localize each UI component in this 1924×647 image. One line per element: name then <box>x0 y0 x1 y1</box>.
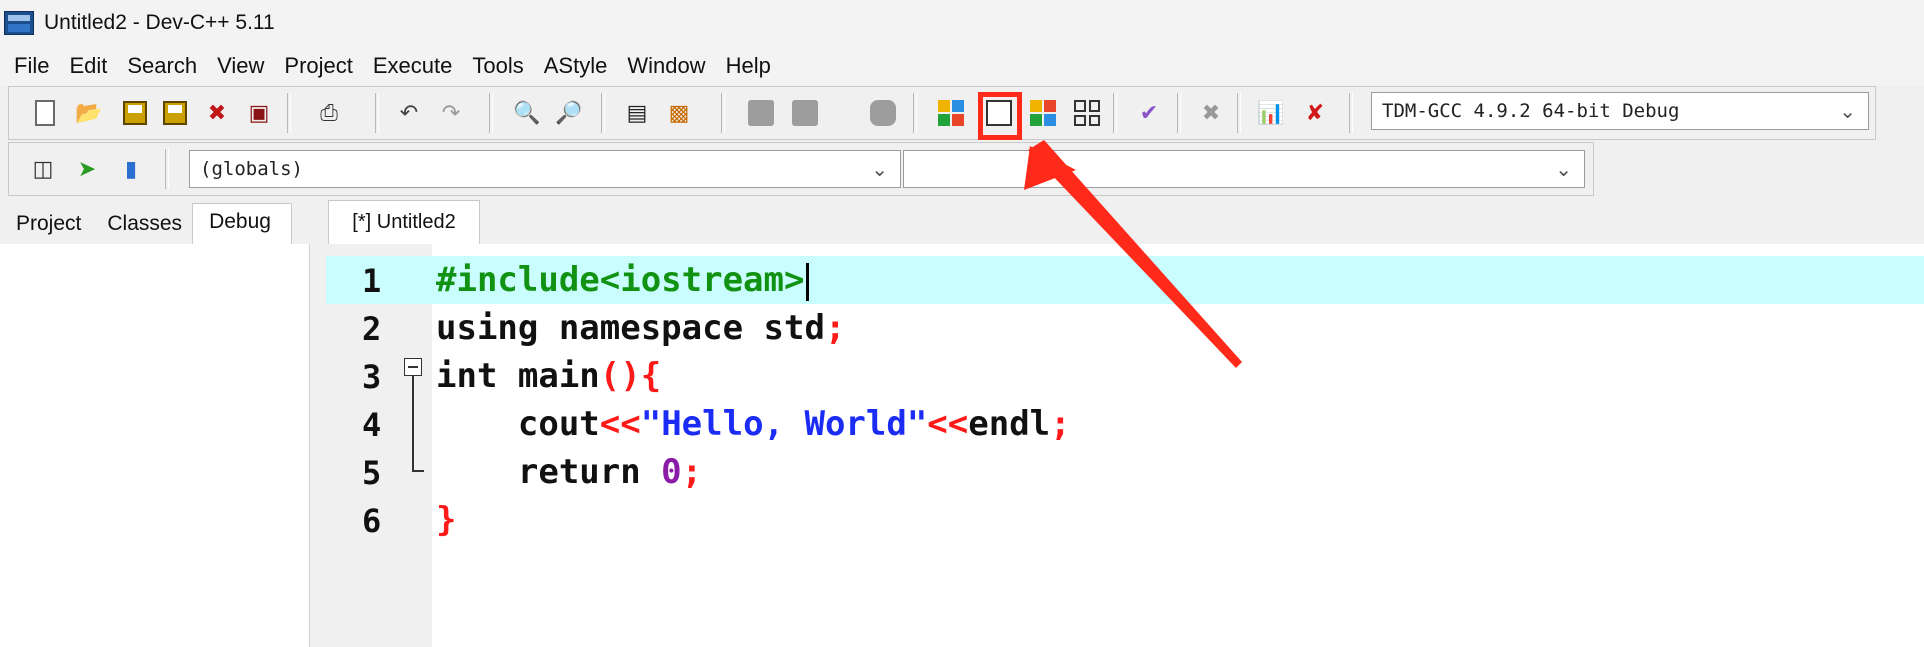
save-all-icon[interactable] <box>159 97 191 129</box>
line-number: 6 <box>362 502 382 540</box>
debug-icon[interactable]: ✘ <box>1299 97 1331 129</box>
menu-bar: File Edit Search View Project Execute To… <box>0 46 1924 86</box>
save-icon[interactable] <box>119 97 151 129</box>
code-line-6: } <box>436 500 457 540</box>
chevron-down-icon: ⌄ <box>871 157 888 181</box>
line-number: 4 <box>362 406 382 444</box>
main-toolbar: 📂 ✖ ▣ ⎙ ↶ ↷ 🔍 🔎 ▤ ▩ ✔ ✖ 📊 ✘ TDM-GCC 4.9.… <box>8 86 1876 140</box>
breakpoint-icon[interactable] <box>867 97 899 129</box>
chart-icon[interactable]: 📊 <box>1255 97 1287 129</box>
syntax-check-icon[interactable]: ✔ <box>1133 97 1165 129</box>
editor-tab-untitled2[interactable]: [*] Untitled2 <box>328 200 480 244</box>
compile-run-icon[interactable] <box>1027 97 1059 129</box>
title-bar: Untitled2 - Dev-C++ 5.11 <box>0 0 1924 46</box>
annotation-highlight-box <box>978 92 1022 140</box>
print-icon[interactable]: ⎙ <box>313 97 345 129</box>
code-line-5: return 0; <box>436 452 703 492</box>
close-icon[interactable]: ✖ <box>201 97 233 129</box>
find-icon[interactable]: 🔍 <box>511 97 543 129</box>
tab-classes[interactable]: Classes <box>91 204 192 244</box>
code-line-4: cout<<"Hello, World"<<endl; <box>436 404 1071 444</box>
stop-icon[interactable]: ✖ <box>1195 97 1227 129</box>
code-line-2: using namespace std; <box>436 308 846 348</box>
member-select[interactable]: ⌄ <box>903 150 1585 188</box>
line-gutter <box>326 244 432 647</box>
indent-icon[interactable]: ▤ <box>621 97 653 129</box>
line-number: 5 <box>362 454 382 492</box>
close-all-icon[interactable]: ▣ <box>243 97 275 129</box>
insert-icon[interactable]: ➤ <box>71 153 103 185</box>
text-caret <box>806 262 810 301</box>
toggle-icon[interactable]: ▮ <box>115 153 147 185</box>
devcpp-app-icon <box>4 11 34 35</box>
tab-debug[interactable]: Debug <box>192 203 292 244</box>
left-panel-content[interactable] <box>0 244 310 647</box>
chevron-down-icon: ⌄ <box>1555 157 1572 181</box>
fold-toggle-icon[interactable] <box>404 358 422 376</box>
menu-tools[interactable]: Tools <box>462 53 533 79</box>
scope-select-value: (globals) <box>200 158 303 180</box>
unindent-icon[interactable]: ▩ <box>663 97 695 129</box>
bookmark-icon[interactable] <box>789 97 821 129</box>
left-panel-tabs: Project Classes Debug <box>0 200 320 244</box>
fold-guide <box>412 376 414 472</box>
line-number: 1 <box>362 262 382 300</box>
menu-search[interactable]: Search <box>117 53 207 79</box>
menu-file[interactable]: File <box>4 53 59 79</box>
compile-icon[interactable] <box>935 97 967 129</box>
menu-edit[interactable]: Edit <box>59 53 117 79</box>
scope-select[interactable]: (globals) ⌄ <box>189 150 901 188</box>
tab-project[interactable]: Project <box>0 204 91 244</box>
menu-project[interactable]: Project <box>274 53 362 79</box>
goto-line-icon[interactable] <box>745 97 777 129</box>
chevron-down-icon: ⌄ <box>1839 99 1856 123</box>
new-project-icon[interactable]: ◫ <box>27 153 59 185</box>
replace-icon[interactable]: 🔎 <box>553 97 585 129</box>
code-line-3: int main(){ <box>436 356 662 396</box>
code-editor[interactable]: 1 2 3 4 5 6 #include<iostream> using nam… <box>326 244 1924 647</box>
menu-help[interactable]: Help <box>716 53 781 79</box>
class-toolbar: ◫ ➤ ▮ (globals) ⌄ ⌄ <box>8 142 1594 196</box>
code-line-1: #include<iostream> <box>436 256 810 304</box>
menu-execute[interactable]: Execute <box>363 53 463 79</box>
menu-astyle[interactable]: AStyle <box>534 53 618 79</box>
redo-icon[interactable]: ↷ <box>435 97 467 129</box>
fold-guide-end <box>412 470 424 472</box>
undo-icon[interactable]: ↶ <box>393 97 425 129</box>
rebuild-icon[interactable] <box>1071 97 1103 129</box>
compiler-select[interactable]: TDM-GCC 4.9.2 64-bit Debug ⌄ <box>1371 92 1869 130</box>
menu-view[interactable]: View <box>207 53 274 79</box>
open-file-icon[interactable]: 📂 <box>73 97 105 129</box>
compiler-select-value: TDM-GCC 4.9.2 64-bit Debug <box>1382 100 1680 122</box>
new-file-icon[interactable] <box>29 97 61 129</box>
line-number: 2 <box>362 310 382 348</box>
window-title: Untitled2 - Dev-C++ 5.11 <box>44 11 275 34</box>
line-number: 3 <box>362 358 382 396</box>
menu-window[interactable]: Window <box>617 53 715 79</box>
